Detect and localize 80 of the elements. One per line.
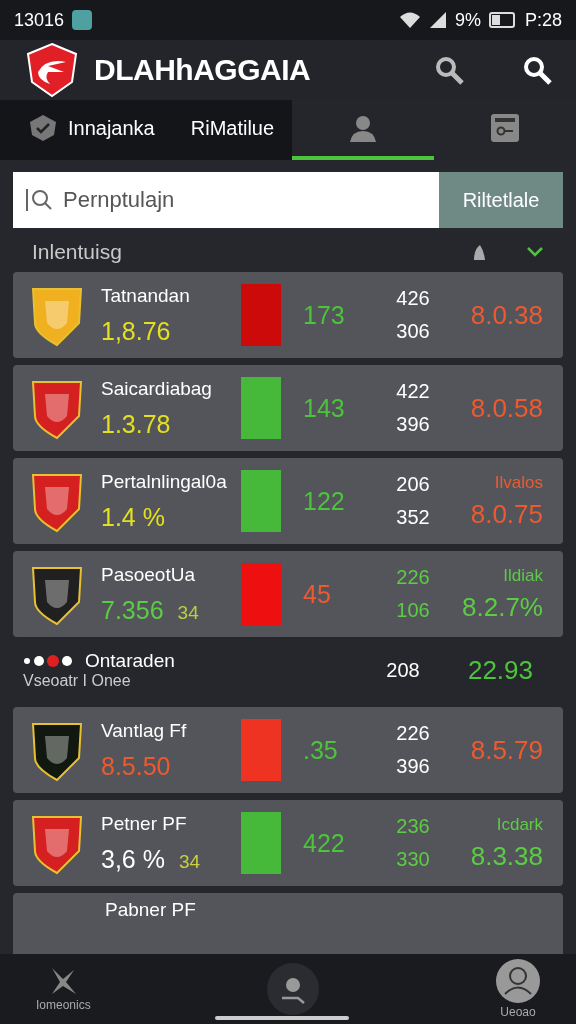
team-name: Pertalnlingal0a: [101, 470, 228, 493]
stat-number: 422: [396, 380, 430, 403]
team-name: Saicardiabag: [101, 377, 213, 400]
search-icon: [25, 187, 53, 213]
score-number: .35: [302, 735, 338, 764]
match-name: Ontaraden: [85, 650, 175, 672]
card-icon: [490, 113, 521, 143]
wifi-icon: [398, 11, 421, 29]
stat-number: 396: [396, 413, 430, 436]
section-title: Inlentuisg: [32, 240, 123, 264]
dots-icon: [23, 654, 75, 668]
check-icon: [28, 113, 58, 143]
team-card[interactable]: Tatnandan 1,8.76 173 426 306 8.0.38: [13, 272, 563, 358]
result-value: 8.0.38: [470, 299, 543, 331]
score-number: 122: [302, 486, 345, 515]
search-field[interactable]: Pernptulajn: [13, 172, 439, 228]
stat-number: 306: [396, 320, 430, 343]
team-card[interactable]: PasoeotUa 7.356 34 45 226 106 Ildiak 8.2.7%: [13, 551, 563, 637]
team-value: 8.5.50: [101, 751, 171, 781]
search-button[interactable]: Riltetlale: [439, 172, 563, 228]
score-number: 422: [302, 828, 345, 857]
stat-number: 208: [386, 658, 420, 682]
avatar-icon: [496, 959, 540, 1003]
search-icon[interactable]: [434, 55, 464, 85]
team-card[interactable]: Saicardiabag 1.3.78 143 422 396 8.0.58: [13, 365, 563, 451]
team-name: PasoeotUa: [101, 563, 196, 586]
stat-number: 426: [396, 287, 430, 310]
result-value: 22.93: [467, 654, 533, 686]
tab[interactable]: Innajanka: [0, 100, 173, 160]
app-notification-icon: [72, 10, 93, 30]
result-label: Icdark: [496, 814, 543, 835]
team-value: 7.356: [101, 595, 164, 625]
bell-icon[interactable]: [472, 243, 486, 261]
score-number: 173: [302, 300, 345, 329]
team-name: Petner PF: [101, 812, 188, 835]
team-name: Pabner PF: [105, 899, 196, 920]
result-value: 8.2.7%: [462, 591, 543, 623]
team-value: 1.4 %: [101, 502, 165, 532]
team-card[interactable]: Petner PF 3,6 % 34 422 236 330 Icdark 8.3.38: [13, 800, 563, 886]
stat-number: 396: [396, 755, 430, 778]
match-subtitle: Vseoatr I Onee: [23, 672, 132, 690]
team-name: Vantlag Ff: [101, 719, 188, 742]
team-value: 1.3.78: [101, 409, 171, 439]
result-label: Ildiak: [503, 565, 543, 586]
shield-logo-icon: [24, 42, 80, 98]
result-value: 8.0.75: [470, 498, 543, 530]
team-value: 3,6 %: [101, 844, 165, 874]
stat-number: 352: [396, 506, 430, 529]
small-value: 34: [178, 850, 201, 873]
result-value: 8.0.58: [470, 392, 543, 424]
search-icon[interactable]: [522, 55, 552, 85]
battery-percent: 9%: [454, 9, 481, 31]
app-title: DLAHhAGGAIA: [94, 53, 311, 87]
score-number: 45: [302, 579, 331, 608]
team-name: Tatnandan: [101, 284, 191, 307]
small-value: 34: [177, 601, 199, 624]
person-icon: [348, 113, 379, 143]
stat-number: 330: [396, 848, 430, 871]
team-card[interactable]: Pertalnlingal0a 1.4 % 122 206 352 Ilvalos 8.0.75: [13, 458, 563, 544]
team-card[interactable]: Pabner PF: [13, 893, 563, 954]
result-value: 8.3.38: [470, 840, 543, 872]
chevron-icon[interactable]: [526, 246, 544, 258]
team-value: 1,8.76: [101, 316, 171, 346]
stat-number: 236: [396, 815, 430, 838]
stat-number: 226: [396, 722, 430, 745]
nav-item[interactable]: Iomeonics: [30, 965, 97, 1013]
status-time: 13016: [14, 9, 65, 31]
score-number: 143: [302, 393, 345, 422]
result-label: Ilvalos: [494, 472, 543, 493]
battery-icon: [488, 12, 517, 28]
result-value: 8.5.79: [470, 734, 543, 766]
signal-icon: [428, 11, 447, 29]
nav-item[interactable]: Ueoao: [490, 958, 546, 1020]
stat-number: 206: [396, 473, 430, 496]
stat-number: 106: [396, 599, 430, 622]
status-clock: P:28: [524, 9, 562, 31]
stat-number: 226: [396, 566, 430, 589]
team-card[interactable]: Vantlag Ff 8.5.50 .35 226 396 8.5.79: [13, 707, 563, 793]
tab[interactable]: RiMatilue: [172, 100, 293, 160]
search-input[interactable]: Pernptulajn: [61, 186, 427, 214]
